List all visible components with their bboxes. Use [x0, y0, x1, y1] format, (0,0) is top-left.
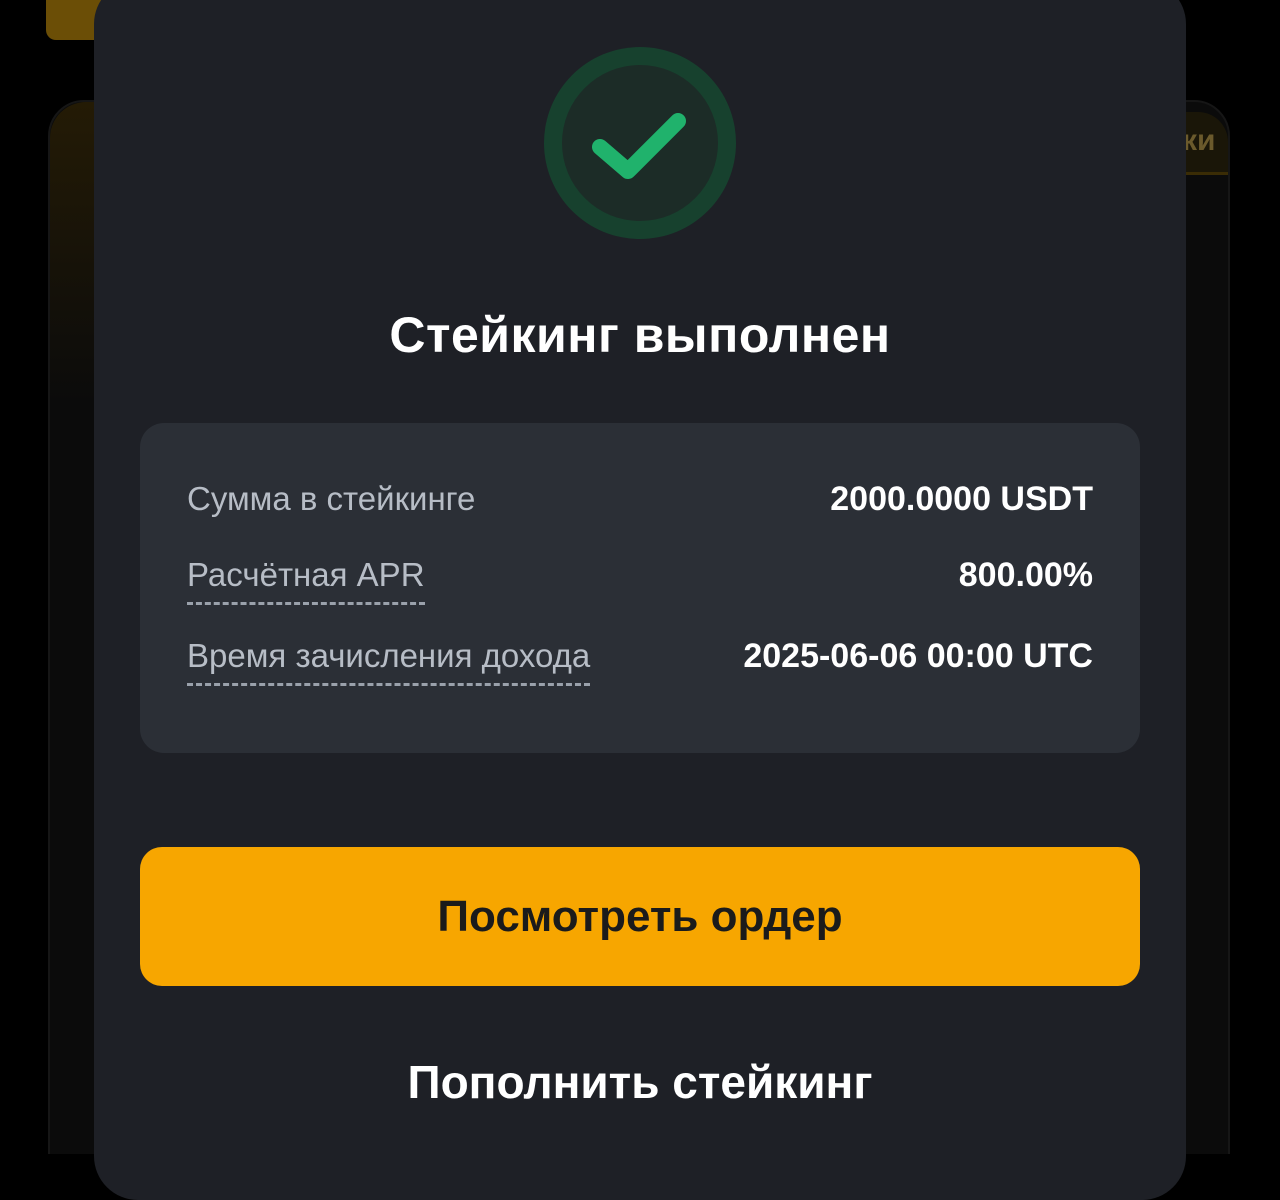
detail-label-amount: Сумма в стейкинге [187, 480, 476, 517]
detail-value-apr: 800.00% [958, 556, 1093, 594]
modal-title: Стейкинг выполнен [389, 307, 891, 363]
detail-value-amount: 2000.0000 USDT [830, 480, 1093, 518]
detail-row-income-time[interactable]: Время зачисления дохода 2025-06-06 00:00… [140, 637, 1140, 687]
detail-label-apr[interactable]: Расчётная APR [187, 556, 425, 605]
detail-value-income-time: 2025-06-06 00:00 UTC [743, 637, 1093, 675]
top-up-staking-button[interactable]: Пополнить стейкинг [140, 1040, 1140, 1124]
detail-label-income-time[interactable]: Время зачисления дохода [187, 637, 591, 686]
detail-row-amount: Сумма в стейкинге 2000.0000 USDT [140, 480, 1140, 530]
staking-details-card: Сумма в стейкинге 2000.0000 USDT Расчётн… [140, 423, 1140, 753]
background-tab-text: ки [1182, 124, 1216, 157]
success-check-icon [544, 47, 736, 239]
detail-row-apr[interactable]: Расчётная APR 800.00% [140, 556, 1140, 606]
view-order-button[interactable]: Посмотреть ордер [140, 847, 1140, 986]
